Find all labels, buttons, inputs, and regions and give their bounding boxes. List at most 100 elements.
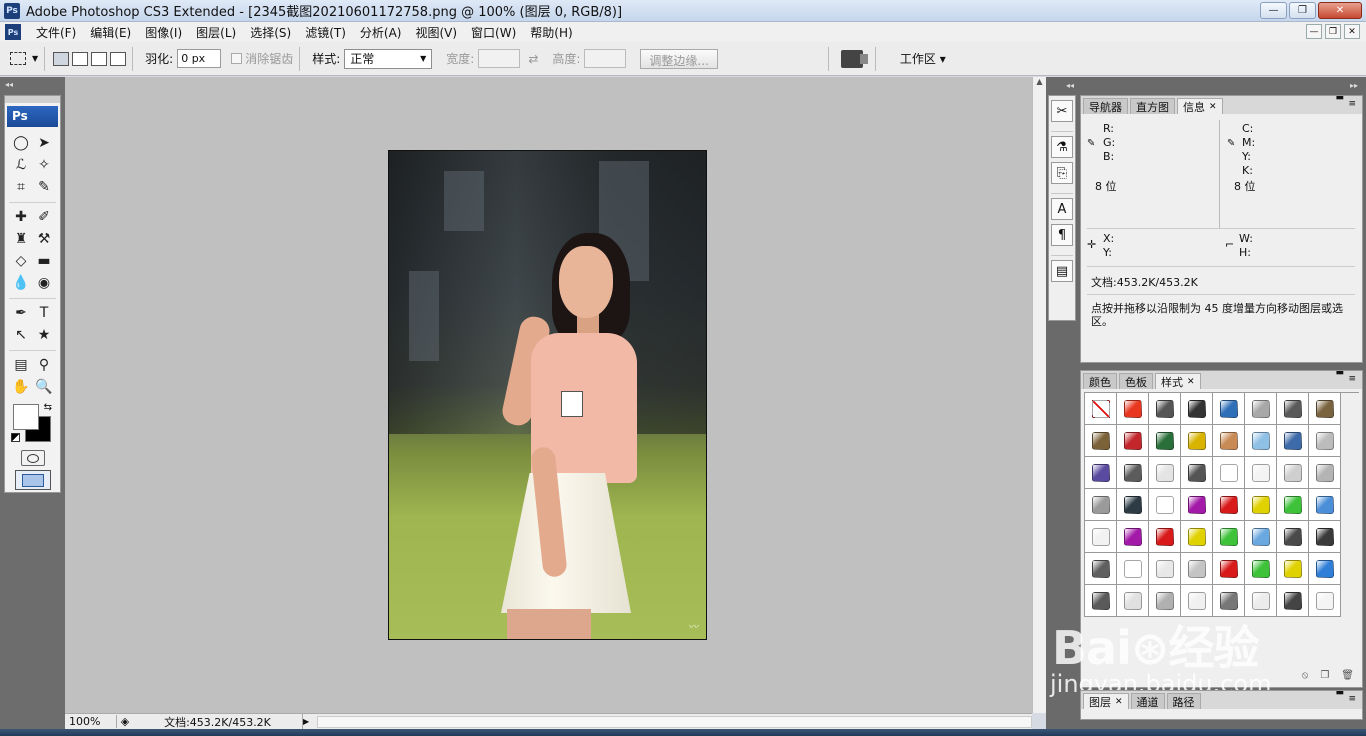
clone-source-icon[interactable]: ⎘ (1051, 162, 1073, 184)
style-swatch[interactable] (1245, 585, 1277, 617)
tab-swatches[interactable]: 色板 (1119, 373, 1153, 389)
scroll-up-icon[interactable]: ▲ (1033, 77, 1046, 86)
style-swatch[interactable] (1277, 553, 1309, 585)
panel-menu-icon[interactable]: ≡ (1348, 99, 1356, 109)
swap-colors-icon[interactable]: ⇆ (44, 402, 52, 413)
style-swatch[interactable] (1213, 393, 1245, 425)
delete-style-icon[interactable]: 🗑 (1341, 670, 1354, 681)
eyedropper-icon[interactable]: ⚲ (34, 355, 54, 375)
move-icon[interactable]: ➤ (34, 133, 54, 153)
tab-styles[interactable]: 样式 ✕ (1155, 373, 1201, 389)
history-brush-icon[interactable]: ⚒ (34, 229, 54, 249)
style-swatch[interactable] (1245, 393, 1277, 425)
eraser-icon[interactable]: ◇ (11, 251, 31, 271)
notes-icon[interactable]: ▤ (11, 355, 31, 375)
style-swatch[interactable] (1309, 393, 1341, 425)
style-swatch[interactable] (1117, 489, 1149, 521)
chevron-down-icon[interactable]: ▼ (32, 54, 38, 63)
lasso-icon[interactable]: ℒ (11, 155, 31, 175)
menu-image[interactable]: 图像(I) (138, 24, 189, 41)
style-swatch[interactable] (1085, 393, 1117, 425)
style-swatch[interactable] (1213, 489, 1245, 521)
menu-edit[interactable]: 编辑(E) (83, 24, 138, 41)
path-select-icon[interactable]: ↖ (11, 325, 31, 345)
style-swatch[interactable] (1309, 489, 1341, 521)
style-swatch[interactable] (1149, 425, 1181, 457)
feather-input[interactable]: 0 px (177, 49, 222, 68)
paragraph-icon[interactable]: ¶ (1051, 224, 1073, 246)
height-input[interactable] (584, 49, 627, 68)
style-swatch[interactable] (1181, 489, 1213, 521)
style-swatch[interactable] (1277, 521, 1309, 553)
menu-help[interactable]: 帮助(H) (523, 24, 579, 41)
minimize-panel-icon[interactable]: ▬ (1335, 368, 1344, 378)
eyedropper-icon[interactable]: ✎ (1227, 138, 1235, 149)
tools-panel-header[interactable] (5, 96, 60, 103)
tab-navigator[interactable]: 导航器 (1083, 98, 1128, 114)
minimize-button[interactable]: — (1260, 2, 1287, 19)
style-swatch[interactable] (1181, 585, 1213, 617)
menu-view[interactable]: 视图(V) (408, 24, 464, 41)
antialias-checkbox[interactable] (231, 53, 243, 64)
expand-arrows-icon[interactable]: ▸▸ (1350, 81, 1358, 90)
style-swatch[interactable] (1149, 393, 1181, 425)
style-swatch[interactable] (1117, 553, 1149, 585)
style-swatch[interactable] (1149, 489, 1181, 521)
style-swatch[interactable] (1277, 393, 1309, 425)
doc-minimize-button[interactable]: — (1306, 24, 1322, 39)
panel-menu-icon[interactable]: ≡ (1348, 374, 1356, 384)
panel-menu-icon[interactable]: ≡ (1348, 694, 1356, 704)
menu-filter[interactable]: 滤镜(T) (298, 24, 353, 41)
tab-histogram[interactable]: 直方图 (1130, 98, 1175, 114)
close-icon[interactable]: ✕ (1209, 102, 1217, 112)
style-swatch[interactable] (1149, 553, 1181, 585)
custom-shape-icon[interactable]: ★ (34, 325, 54, 345)
zoom-level[interactable]: 100% (65, 715, 117, 728)
intersect-selection-button[interactable] (110, 51, 127, 66)
type-icon[interactable]: T (34, 303, 54, 323)
style-swatch[interactable] (1117, 585, 1149, 617)
slice-icon[interactable]: ✎ (34, 177, 54, 197)
tab-info[interactable]: 信息 ✕ (1177, 98, 1223, 114)
foreground-color-swatch[interactable] (13, 404, 39, 430)
style-swatch[interactable] (1085, 521, 1117, 553)
menu-select[interactable]: 选择(S) (243, 24, 298, 41)
style-swatch[interactable] (1245, 553, 1277, 585)
zoom-icon[interactable]: 🔍 (34, 377, 54, 397)
hand-icon[interactable]: ✋ (11, 377, 31, 397)
style-swatch[interactable] (1277, 457, 1309, 489)
bridge-icon[interactable] (840, 49, 868, 68)
style-swatch[interactable] (1309, 521, 1341, 553)
tab-paths[interactable]: 路径 (1166, 693, 1201, 709)
close-icon[interactable]: ✕ (1115, 697, 1123, 707)
layer-comps-icon[interactable]: ▤ (1051, 260, 1073, 282)
new-selection-button[interactable] (53, 51, 70, 66)
crop-icon[interactable]: ⌗ (11, 177, 31, 197)
new-style-icon[interactable]: ❐ (1320, 670, 1329, 681)
canvas-area[interactable]: 〰 (65, 77, 1032, 713)
style-swatch[interactable] (1213, 425, 1245, 457)
style-swatch[interactable] (1085, 585, 1117, 617)
style-swatch[interactable] (1117, 521, 1149, 553)
style-swatch[interactable] (1245, 425, 1277, 457)
magic-wand-icon[interactable]: ✧ (34, 155, 54, 175)
close-button[interactable]: ✕ (1318, 2, 1362, 19)
collapse-arrows-icon[interactable]: ◂◂ (1066, 81, 1074, 90)
tab-layers[interactable]: 图层 ✕ (1083, 693, 1129, 709)
menu-analysis[interactable]: 分析(A) (353, 24, 409, 41)
style-swatch[interactable] (1213, 521, 1245, 553)
style-swatch[interactable] (1085, 425, 1117, 457)
style-swatch[interactable] (1309, 457, 1341, 489)
style-swatch[interactable] (1117, 457, 1149, 489)
swap-dimensions-icon[interactable]: ⇄ (528, 52, 538, 66)
add-to-selection-button[interactable] (72, 51, 89, 66)
style-swatch[interactable] (1085, 553, 1117, 585)
clear-style-icon[interactable]: ⦸ (1302, 670, 1309, 681)
doc-close-button[interactable]: ✕ (1344, 24, 1360, 39)
quick-mask-button[interactable] (20, 450, 45, 466)
document-icon[interactable]: Ps (5, 24, 21, 40)
eyedropper-icon[interactable]: ✎ (1087, 138, 1095, 149)
style-swatch[interactable] (1245, 457, 1277, 489)
screen-mode-button[interactable] (14, 470, 51, 490)
character-icon[interactable]: A (1051, 198, 1073, 220)
